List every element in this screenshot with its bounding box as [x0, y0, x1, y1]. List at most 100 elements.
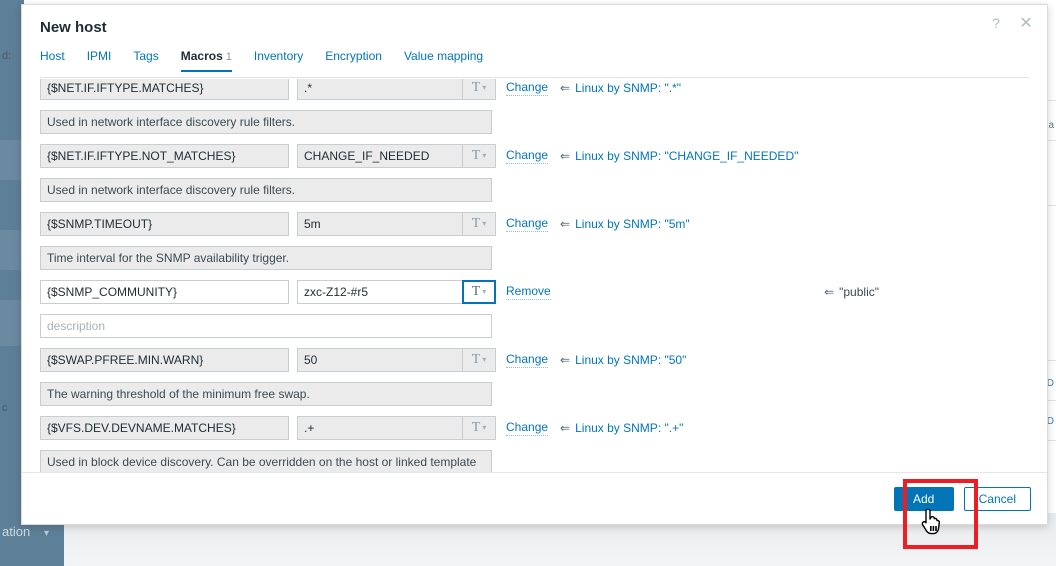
template-default-value: "5m" — [664, 217, 690, 231]
macros-scroll-area[interactable]: {$NET.IF.IFTYPE.MATCHES} .* T ▾ Change ⇐ Linux… — [40, 79, 1029, 472]
macro-value-type-button[interactable]: T ▾ — [462, 212, 496, 236]
dialog-footer: Add Cancel — [22, 472, 1047, 524]
tab-encryption[interactable]: Encryption — [325, 49, 382, 70]
macro-value-type-button[interactable]: T ▾ — [462, 416, 496, 440]
tab-label: IPMI — [86, 49, 112, 63]
body-top-divider — [40, 77, 1029, 78]
macro-value-input[interactable]: CHANGE_IF_NEEDED — [297, 144, 462, 168]
tab-tags[interactable]: Tags — [133, 49, 158, 70]
text-type-icon: T — [471, 352, 481, 367]
text-type-icon: T — [471, 80, 481, 95]
background-text-fragment: c — [2, 402, 8, 414]
template-default-value: ".*" — [664, 81, 682, 95]
inherited-value-text: "public" — [839, 285, 879, 299]
chevron-down-icon: ▾ — [482, 219, 487, 228]
macro-row: {$SWAP.PFREE.MIN.WARN} 50 T ▾ Change ⇐ Linux b… — [40, 343, 1029, 377]
add-button[interactable]: Add — [893, 486, 954, 511]
macro-description-input[interactable]: Used in network interface discovery rule… — [40, 110, 492, 134]
inherited-template-reference: ⇐ Linux by SNMP: ".*" — [560, 81, 681, 95]
macro-description-input[interactable]: Time interval for the SNMP availability … — [40, 246, 492, 270]
change-macro-link[interactable]: Change — [506, 80, 549, 96]
macro-description-input[interactable]: description — [40, 314, 492, 338]
inherited-template-reference: ⇐ Linux by SNMP: "50" — [560, 353, 686, 367]
macro-name-input[interactable]: {$NET.IF.IFTYPE.MATCHES} — [40, 79, 289, 100]
cancel-button[interactable]: Cancel — [963, 486, 1031, 511]
macro-value-input[interactable]: 50 — [297, 348, 462, 372]
inherited-template-reference: ⇐ Linux by SNMP: "5m" — [560, 217, 690, 231]
macro-description-row: Time interval for the SNMP availability … — [40, 241, 1029, 275]
text-type-icon: T — [471, 284, 481, 299]
macro-value-type-button[interactable]: T ▾ — [462, 348, 496, 372]
inherit-arrow-icon: ⇐ — [824, 285, 835, 299]
new-host-dialog: New host ? ✕ Host IPMI Tags Macros 1 Inventor… — [21, 4, 1048, 525]
template-link[interactable]: Linux by SNMP — [575, 353, 658, 367]
macro-name-input[interactable]: {$NET.IF.IFTYPE.NOT_MATCHES} — [40, 144, 289, 168]
change-macro-link[interactable]: Change — [506, 420, 549, 436]
inherit-arrow-icon: ⇐ — [560, 81, 571, 95]
macro-name-input[interactable]: {$SNMP_COMMUNITY} — [40, 280, 289, 304]
tab-ipmi[interactable]: IPMI — [87, 49, 112, 70]
dialog-body: {$NET.IF.IFTYPE.MATCHES} .* T ▾ Change ⇐ Linux… — [22, 77, 1047, 472]
tab-label: Value mapping — [403, 49, 484, 63]
macro-description-input[interactable]: The warning threshold of the minimum fre… — [40, 382, 492, 406]
close-icon[interactable]: ✕ — [1017, 14, 1035, 32]
tab-label: Tags — [133, 49, 159, 63]
background-sidebar-label: ation — [2, 524, 31, 539]
macro-value-input[interactable]: 5m — [297, 212, 462, 236]
macro-row: {$NET.IF.IFTYPE.MATCHES} .* T ▾ Change ⇐ Linux… — [40, 79, 1029, 105]
inherited-template-reference: ⇐ Linux by SNMP: "CHANGE_IF_NEEDED" — [560, 149, 798, 163]
tab-count-badge: 1 — [225, 51, 232, 63]
template-default-value: ".+" — [664, 421, 684, 435]
tab-label: Macros — [180, 49, 223, 63]
macro-name-input[interactable]: {$SWAP.PFREE.MIN.WARN} — [40, 348, 289, 372]
dialog-title: New host — [40, 18, 107, 36]
macro-value-input[interactable]: zxc-Z12-#r5 — [297, 280, 462, 304]
tab-inventory[interactable]: Inventory — [254, 49, 303, 70]
tab-value-mapping[interactable]: Value mapping — [404, 49, 483, 70]
inherited-template-reference: ⇐ Linux by SNMP: ".+" — [560, 421, 683, 435]
macro-description-row: Used in network interface discovery rule… — [40, 105, 1029, 139]
macro-value-input[interactable]: .+ — [297, 416, 462, 440]
dialog-tabs: Host IPMI Tags Macros 1 Inventory Encryption Va… — [22, 49, 1047, 77]
chevron-down-icon: ▾ — [482, 83, 487, 92]
macro-description-row: The warning threshold of the minimum fre… — [40, 377, 1029, 411]
macro-row: {$NET.IF.IFTYPE.NOT_MATCHES} CHANGE_IF_NE… — [40, 139, 1029, 173]
chevron-down-icon: ▾ — [482, 423, 487, 432]
tab-label: Host — [40, 49, 65, 63]
macro-value-type-button[interactable]: T ▾ — [462, 79, 496, 100]
template-link[interactable]: Linux by SNMP — [575, 421, 658, 435]
macro-description-input[interactable]: Used in block device discovery. Can be o… — [40, 450, 492, 472]
template-default-value: "50" — [664, 353, 687, 367]
template-link[interactable]: Linux by SNMP — [575, 149, 658, 163]
change-macro-link[interactable]: Change — [506, 148, 549, 164]
inherit-arrow-icon: ⇐ — [560, 353, 571, 367]
change-macro-link[interactable]: Change — [506, 216, 549, 232]
template-link[interactable]: Linux by SNMP — [575, 217, 658, 231]
change-macro-link[interactable]: Change — [506, 352, 549, 368]
inherit-arrow-icon: ⇐ — [560, 217, 571, 231]
macro-description-row: Used in block device discovery. Can be o… — [40, 445, 1029, 472]
inherit-arrow-icon: ⇐ — [560, 149, 571, 163]
macro-value-type-button[interactable]: T ▾ — [462, 280, 496, 304]
macro-row: {$VFS.DEV.DEVNAME.MATCHES} .+ T ▾ Change ⇐ Lin… — [40, 411, 1029, 445]
background-text-fragment: a — [1048, 120, 1054, 131]
macro-value-type-button[interactable]: T ▾ — [462, 144, 496, 168]
macro-name-input[interactable]: {$SNMP.TIMEOUT} — [40, 212, 289, 236]
tab-host[interactable]: Host — [40, 49, 65, 70]
macro-description-input[interactable]: Used in network interface discovery rule… — [40, 178, 492, 202]
macro-row: {$SNMP.TIMEOUT} 5m T ▾ Change ⇐ Linux by SNMP:… — [40, 207, 1029, 241]
tab-macros[interactable]: Macros 1 — [180, 49, 232, 72]
macro-value-input[interactable]: .* — [297, 79, 462, 100]
chevron-down-icon[interactable]: ▾ — [44, 528, 49, 539]
remove-macro-link[interactable]: Remove — [506, 284, 551, 300]
tab-label: Inventory — [253, 49, 304, 63]
help-icon[interactable]: ? — [987, 14, 1005, 32]
inherit-arrow-icon: ⇐ — [560, 421, 571, 435]
dialog-header-actions: ? ✕ — [987, 14, 1035, 32]
text-type-icon: T — [471, 148, 481, 163]
inherited-default-value: ⇐ "public" — [824, 285, 879, 299]
macro-name-input[interactable]: {$VFS.DEV.DEVNAME.MATCHES} — [40, 416, 289, 440]
background-text-fragment: d: — [2, 50, 12, 62]
macro-row: {$SNMP_COMMUNITY} zxc-Z12-#r5 T ▾ Remove ⇐ "pu… — [40, 275, 1029, 309]
template-link[interactable]: Linux by SNMP — [575, 81, 658, 95]
